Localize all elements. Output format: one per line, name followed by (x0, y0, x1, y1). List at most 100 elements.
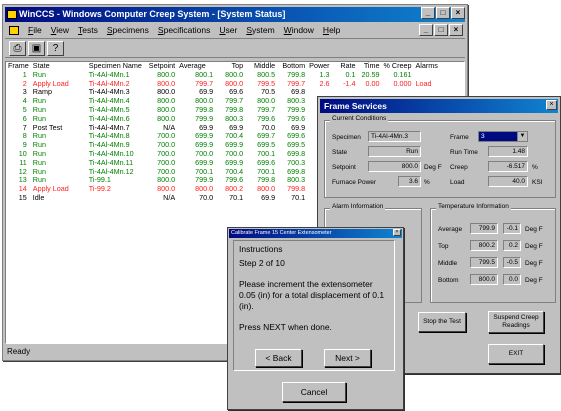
maximize-button[interactable]: □ (436, 7, 450, 19)
setpoint-label: Setpoint (332, 164, 356, 171)
furnace-power-unit: % (424, 179, 430, 186)
cell-top: 70.1 (229, 192, 244, 202)
menu-system[interactable]: System (246, 25, 274, 35)
minimize-button[interactable]: _ (421, 7, 435, 19)
frame-select[interactable]: 3 ▼ (478, 131, 528, 142)
menu-specifications[interactable]: Specifications (158, 25, 210, 35)
frame-select-value: 3 (481, 133, 485, 140)
menu-view[interactable]: View (51, 25, 69, 35)
col-frame: Frame (8, 61, 29, 70)
menu-icon[interactable] (9, 25, 19, 35)
creep-field: -6.517 (488, 161, 528, 172)
cell-frame: 8 (22, 131, 27, 141)
window-title: WinCCS - Windows Computer Creep System -… (19, 9, 286, 19)
instructions-heading: Instructions (239, 244, 283, 254)
cell-frame: 2 (22, 78, 27, 88)
cell-frame: 6 (22, 113, 27, 123)
frame-services-title[interactable]: Frame Services (320, 99, 558, 113)
cell-frame: 1 (22, 69, 27, 79)
furnace-power-label: Furnace Power (332, 179, 377, 186)
instruction-message: Please increment the extensometer 0.05 (… (239, 279, 385, 311)
creep-label: Creep (450, 164, 468, 171)
menu-user[interactable]: User (219, 25, 237, 35)
cell-setpoint: N/A (163, 192, 176, 202)
cell-name (87, 194, 147, 203)
menu-bar: File View Tests Specimens Specifications… (5, 23, 465, 37)
setpoint-field: 800.0 (368, 161, 421, 172)
load-label: Load (450, 179, 465, 186)
close-button[interactable]: × (451, 7, 465, 19)
state-field: Run (368, 146, 421, 157)
col-alarms: Alarms (415, 61, 438, 70)
state-label: State (332, 149, 348, 156)
cell-creep: 0.000 (393, 78, 412, 88)
next-button[interactable]: Next > (324, 349, 371, 367)
cell-power: 2.6 (319, 78, 330, 88)
help-icon[interactable]: ? (47, 41, 64, 56)
menu-window[interactable]: Window (284, 25, 314, 35)
load-unit: KSI (532, 179, 543, 186)
calibrate-close-button[interactable]: × (393, 229, 401, 236)
toolbar: ⎙ ▣ ? (5, 38, 465, 58)
temp-value-field: 799.9 (470, 223, 498, 234)
menu-specimens[interactable]: Specimens (107, 25, 149, 35)
instruction-prompt: Press NEXT when done. (239, 322, 332, 332)
temp-value-field: 800.0 (470, 274, 498, 285)
cell-name: Ti-99.2 (88, 184, 111, 194)
current-conditions-label: Current Conditions (330, 115, 389, 122)
cell-alarms: Load (415, 78, 432, 88)
cell-bottom: 70.1 (291, 192, 306, 202)
window-controls: _ □ × (421, 7, 465, 19)
mdi-minimize-button[interactable]: _ (419, 24, 433, 36)
specimen-field: Ti-4Al-4Mn.3 (368, 131, 421, 142)
mdi-restore-button[interactable]: □ (434, 24, 448, 36)
frame-label: Frame (450, 134, 469, 141)
menu-help[interactable]: Help (323, 25, 340, 35)
frame-services-close-button[interactable]: × (546, 100, 557, 110)
back-button[interactable]: < Back (255, 349, 302, 367)
cell-average: 70.0 (199, 192, 214, 202)
cell-frame: 5 (22, 104, 27, 114)
calibrate-title[interactable]: Calibrate Frame 15 Center Extensometer (229, 229, 402, 238)
cell-frame: 4 (22, 96, 27, 106)
cell-rate: -1.4 (343, 78, 356, 88)
temp-label: Bottom (438, 277, 459, 284)
cell-frame: 15 (18, 192, 27, 202)
cancel-button[interactable]: Cancel (282, 382, 346, 402)
temp-delta-field: 0.0 (503, 274, 521, 285)
setpoint-unit: Deg F (424, 164, 442, 171)
load-field: 40.0 (488, 176, 528, 187)
temperature-information-label: Temperature Information (436, 203, 511, 210)
cell-middle: 69.9 (261, 192, 276, 202)
temp-unit: Deg F (525, 226, 543, 233)
menu-tests[interactable]: Tests (78, 25, 98, 35)
cell-frame: 7 (22, 122, 27, 132)
calibrate-dialog: Calibrate Frame 15 Center Extensometer ×… (227, 227, 404, 410)
cell-frame: 3 (22, 87, 27, 97)
specimen-label: Specimen (332, 134, 361, 141)
temp-unit: Deg F (525, 277, 543, 284)
monitor-icon[interactable]: ▣ (28, 41, 45, 56)
chevron-down-icon[interactable]: ▼ (517, 132, 527, 141)
temp-value-field: 800.2 (470, 240, 498, 251)
exit-button[interactable]: EXIT (488, 344, 544, 364)
run-time-field: 1.48 (488, 146, 528, 157)
creep-unit: % (532, 164, 538, 171)
mdi-controls: _ □ × (419, 24, 463, 36)
temp-unit: Deg F (525, 243, 543, 250)
stop-test-button[interactable]: Stop the Test (418, 312, 466, 332)
table-row[interactable]: 2 Apply Load Ti-4Al-4Mn.2 800.0 799.7 800.0 79… (6, 78, 440, 89)
main-title-bar[interactable]: WinCCS - Windows Computer Creep System -… (5, 7, 465, 22)
temp-label: Average (438, 226, 463, 233)
step-indicator: Step 2 of 10 (239, 258, 285, 268)
temp-delta-field: -0.1 (503, 223, 521, 234)
cell-time: 0.00 (365, 78, 380, 88)
temp-value-field: 799.5 (470, 257, 498, 268)
app-icon (7, 10, 17, 19)
print-icon[interactable]: ⎙ (9, 41, 26, 56)
temp-unit: Deg F (525, 260, 543, 267)
suspend-creep-readings-button[interactable]: Suspend Creep Readings (488, 311, 544, 333)
menu-file[interactable]: File (28, 25, 42, 35)
mdi-close-button[interactable]: × (449, 24, 463, 36)
temp-delta-field: 0.2 (503, 240, 521, 251)
